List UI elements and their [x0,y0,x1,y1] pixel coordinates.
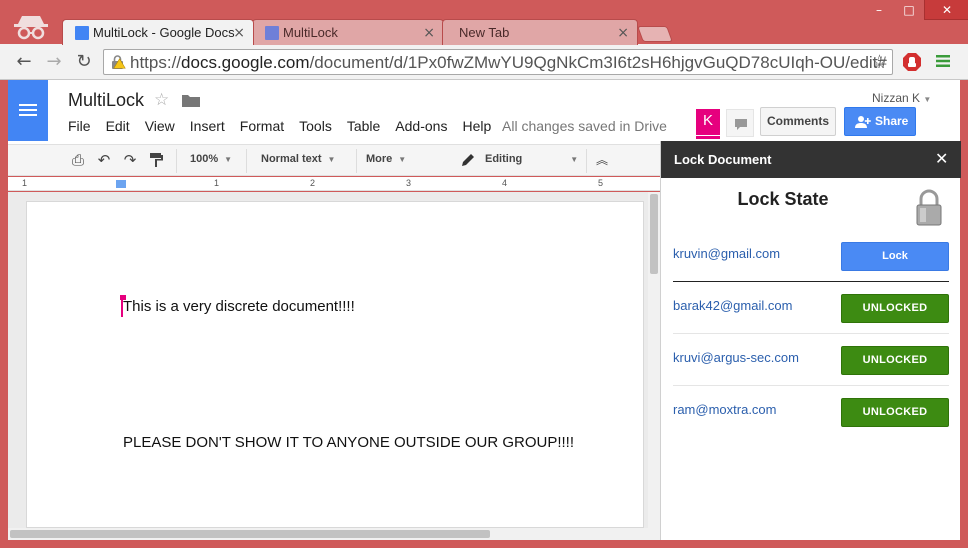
chrome-menu-icon[interactable] [936,54,950,68]
ruler-number: 3 [406,178,412,188]
collapse-menu-icon[interactable]: ︽ [594,152,610,168]
ruler-number: 2 [310,178,316,188]
more-dropdown[interactable]: More ▼ [366,153,406,165]
forward-icon[interactable]: → [44,52,64,72]
lock-button[interactable]: Lock [841,242,949,271]
undo-icon[interactable]: ↶ [96,152,112,168]
tab-title: New Tab [459,25,510,40]
tab-close-icon[interactable]: × [423,20,435,46]
panel-close-icon[interactable]: ✕ [935,149,948,168]
indent-marker[interactable] [116,180,126,188]
menu-format[interactable]: Format [240,118,284,134]
add-person-icon [855,116,871,128]
close-window-button[interactable]: ✕ [924,0,968,20]
tab-google-docs[interactable]: MultiLock - Google Docs × [62,19,254,45]
ruler: 1 1 2 3 4 5 [8,177,660,191]
address-bar[interactable]: https://docs.google.com/document/d/1Px0f… [103,49,893,75]
menu-bar: File Edit View Insert Format Tools Table… [68,118,506,134]
chat-icon [735,119,747,130]
editing-toolbar: ⎙ ↶ ↷ 100% ▼ Normal text ▼ More ▼ Editing ▼ … [8,144,660,176]
extension-favicon-icon [265,26,279,40]
document-line[interactable]: This is a very discrete document!!!! [123,298,355,315]
ruler-number: 1 [214,178,220,188]
user-row: barak42@gmail.com UNLOCKED [673,281,949,333]
browser-titlebar: MultiLock - Google Docs × MultiLock × Ne… [0,0,968,45]
document-title[interactable]: MultiLock [68,90,144,111]
folder-icon[interactable] [182,94,200,107]
minimize-button[interactable]: – [864,0,894,20]
menu-addons[interactable]: Add-ons [395,118,447,134]
share-button[interactable]: Share [844,107,916,136]
tab-title: MultiLock - Google Docs [93,25,235,40]
user-row: kruvi@argus-sec.com UNLOCKED [673,333,949,385]
unlocked-status-button[interactable]: UNLOCKED [841,346,949,375]
user-email: ram@moxtra.com [673,402,777,417]
avatar-indicator [696,136,720,139]
ruler-number: 4 [502,178,508,188]
menu-help[interactable]: Help [462,118,491,134]
url-text: https://docs.google.com/document/d/1Px0f… [130,53,887,72]
docs-header: MultiLock ☆ File Edit View Insert Format… [8,80,960,144]
menu-insert[interactable]: Insert [190,118,225,134]
menu-table[interactable]: Table [347,118,380,134]
tab-title: MultiLock [283,25,338,40]
menu-file[interactable]: File [68,118,91,134]
ruler-number: 5 [598,178,604,188]
current-user-row: kruvin@gmail.com Lock [673,229,949,281]
unlocked-status-button[interactable]: UNLOCKED [841,294,949,323]
lock-state-heading: Lock State [737,189,829,209]
panel-header: Lock Document ✕ [661,141,961,178]
user-email: kruvin@gmail.com [673,246,781,261]
browser-toolbar: ← → ↻ https://docs.google.com/document/d… [0,44,968,80]
document-line[interactable]: PLEASE DON'T SHOW IT TO ANYONE OUTSIDE O… [123,434,574,451]
print-icon[interactable]: ⎙ [70,152,86,168]
zoom-dropdown[interactable]: 100% ▼ [190,153,232,165]
unlocked-status-button[interactable]: UNLOCKED [841,398,949,427]
docs-favicon-icon [75,26,89,40]
pencil-icon [462,154,474,166]
back-icon[interactable]: ← [14,52,34,72]
panel-title: Lock Document [674,152,772,167]
comments-button[interactable]: Comments [760,107,836,136]
docs-home-button[interactable] [8,80,48,141]
security-warning-icon [112,55,126,69]
paint-format-icon[interactable] [148,152,164,168]
maximize-button[interactable]: □ [894,0,924,20]
tab-close-icon[interactable]: × [233,20,245,46]
adblock-extension-icon[interactable] [902,52,922,72]
save-status: All changes saved in Drive [502,118,667,134]
editing-mode-dropdown[interactable]: Editing ▼ [485,153,578,165]
collaborator-avatar[interactable]: K [696,109,720,135]
vertical-scrollbar[interactable] [648,192,660,528]
docs-menu-icon [19,104,37,116]
menu-tools[interactable]: Tools [299,118,332,134]
user-email: kruvi@argus-sec.com [673,350,799,365]
menu-view[interactable]: View [145,118,175,134]
padlock-icon [916,189,942,226]
menu-edit[interactable]: Edit [106,118,130,134]
style-dropdown[interactable]: Normal text ▼ [261,153,335,165]
document-page[interactable]: This is a very discrete document!!!! PLE… [26,201,644,528]
ruler-number: 1 [22,178,28,188]
tab-new-tab[interactable]: New Tab × [442,19,638,45]
user-row: ram@moxtra.com UNLOCKED [673,385,949,437]
chat-button[interactable] [726,109,754,137]
account-menu[interactable]: Nizzan K ▼ [872,91,931,105]
star-icon[interactable]: ☆ [154,90,169,110]
bookmark-star-icon[interactable]: ☆ [871,51,888,73]
user-email: barak42@gmail.com [673,298,793,313]
reload-icon[interactable]: ↻ [74,52,94,72]
new-tab-button[interactable] [637,26,673,42]
horizontal-scrollbar[interactable] [8,528,660,540]
tab-multilock[interactable]: MultiLock × [252,19,444,45]
redo-icon[interactable]: ↷ [122,152,138,168]
lock-document-panel: Lock Document ✕ Lock State kruvin@gmail.… [660,141,961,540]
incognito-icon [14,16,48,40]
window-controls: – □ ✕ [864,0,968,22]
tab-close-icon[interactable]: × [617,20,629,46]
